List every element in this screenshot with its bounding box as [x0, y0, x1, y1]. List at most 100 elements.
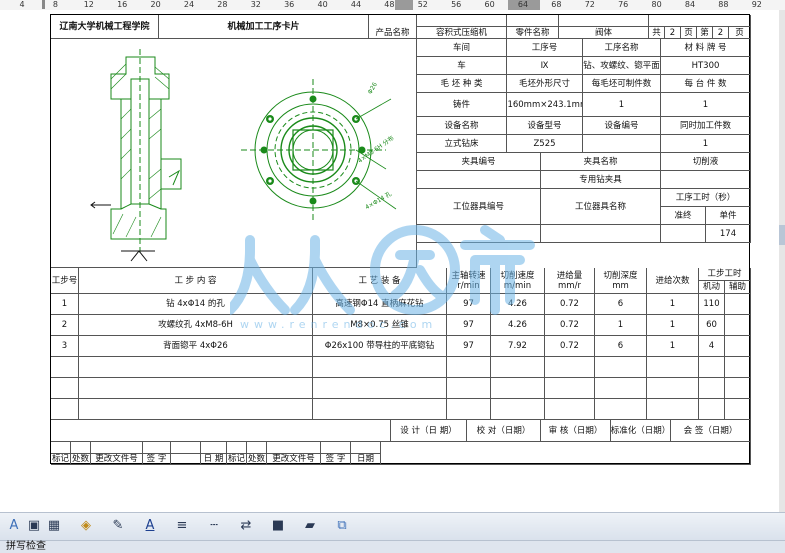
- parts-per-blank-label: 每毛坯可制件数: [583, 75, 661, 93]
- unit-time: 174: [706, 225, 751, 243]
- total-pages: 2: [665, 27, 681, 39]
- cut-depth: [595, 399, 647, 420]
- school-name: 辽南大学机械工程学院: [51, 15, 159, 39]
- std-time-label: 准终: [661, 207, 706, 225]
- ruler-tick-label: 16: [117, 0, 128, 9]
- feed-rate: 0.72: [545, 315, 595, 336]
- insert-image-icon[interactable]: ▦: [46, 517, 62, 535]
- ruler-tick-label: 80: [651, 0, 662, 9]
- step-content: 钻 4xΦ14 的孔: [79, 294, 313, 315]
- ruler-left-indent-marker[interactable]: [42, 0, 45, 9]
- step-no: 1: [51, 294, 79, 315]
- feed-rate: 0.72: [545, 336, 595, 357]
- ruler-tick-label: 92: [751, 0, 762, 9]
- select-objects-icon[interactable]: ⧉: [334, 517, 350, 535]
- check-label: 校 对（日期）: [467, 420, 541, 442]
- revision-blank: [321, 442, 351, 454]
- cut-depth: [595, 357, 647, 378]
- ruler-column-marker[interactable]: [395, 0, 413, 10]
- ruler-tick-label: 88: [718, 0, 729, 9]
- equip-model: Z525: [507, 135, 583, 153]
- step-equipment: [313, 357, 447, 378]
- spell-check-status[interactable]: 拼写检查: [6, 541, 46, 553]
- step-no-header: 工步号: [51, 268, 79, 294]
- step-equipment: [313, 378, 447, 399]
- pass-count: [647, 357, 699, 378]
- cutting-speed: [491, 399, 545, 420]
- workshop-label: 车间: [417, 39, 507, 57]
- header-blank: [649, 15, 751, 27]
- pass-count: 1: [647, 294, 699, 315]
- sign-label: 签 字: [143, 453, 171, 465]
- fixture-no: [417, 171, 541, 189]
- units-per-machine-label: 每 台 件 数: [661, 75, 751, 93]
- spindle-speed: [447, 357, 491, 378]
- arrow-style-icon[interactable]: ⇄: [238, 517, 254, 535]
- coolant-label: 切削液: [661, 153, 751, 171]
- countersign-label: 会 签（日期）: [671, 420, 751, 442]
- scrollbar-thumb[interactable]: [779, 225, 785, 245]
- date-label-2: 日期: [351, 453, 381, 465]
- count-label-2: 处数: [247, 453, 267, 465]
- cut-depth: 6: [595, 336, 647, 357]
- ruler-tick-label: 68: [551, 0, 562, 9]
- station-no: [417, 225, 541, 243]
- dash-style-icon[interactable]: ┄: [206, 517, 222, 535]
- change-no-label-2: 更改文件号: [267, 453, 321, 465]
- simul-count-label: 同时加工件数: [661, 117, 751, 135]
- step-equipment: [313, 399, 447, 420]
- pass-count: [647, 399, 699, 420]
- step-content: 攻螺纹孔 4xM8-6H: [79, 315, 313, 336]
- 3d-style-icon[interactable]: ▰: [302, 517, 318, 535]
- feed-rate: 0.72: [545, 294, 595, 315]
- fill-color-icon[interactable]: ◈: [78, 517, 94, 535]
- ruler-tick-label: 84: [684, 0, 696, 9]
- machine-time: 110: [699, 294, 725, 315]
- feed-rate: [545, 378, 595, 399]
- header-blank: [507, 15, 559, 27]
- revision-blank: [143, 442, 171, 454]
- material: HT300: [661, 57, 751, 75]
- pass-count: [647, 378, 699, 399]
- aux-time: [725, 315, 751, 336]
- step-equipment-header: 工 艺 装 备: [313, 268, 447, 294]
- valve-body-drawing: 4×M8-6H 分布 4×Φ14 孔 Φ26: [90, 49, 397, 262]
- revision-blank: [381, 442, 751, 465]
- step-content-header: 工 步 内 容: [79, 268, 313, 294]
- cutting-speed: [491, 378, 545, 399]
- machine-time: [699, 378, 725, 399]
- ruler-tick-label: 32: [250, 0, 261, 9]
- cut-depth: 6: [595, 294, 647, 315]
- blank-size: Φ160mm×243.1mm: [507, 93, 583, 117]
- revision-blank: [267, 442, 321, 454]
- parts-per-blank: 1: [583, 93, 661, 117]
- step-no: 2: [51, 315, 79, 336]
- text-icon[interactable]: A: [6, 517, 22, 535]
- insert-picture-icon[interactable]: ▣: [26, 517, 42, 535]
- machine-time: [699, 399, 725, 420]
- mark-label-2: 标记: [227, 453, 247, 465]
- pass-count: 1: [647, 336, 699, 357]
- aux-time: [725, 357, 751, 378]
- material-label: 材 料 牌 号: [661, 39, 751, 57]
- part-drawing: 4×M8-6H 分布 4×Φ14 孔 Φ26: [51, 39, 417, 268]
- status-bar: 拼写检查: [0, 540, 785, 553]
- line-color-icon[interactable]: ✎: [110, 517, 126, 535]
- page-label: 第: [697, 27, 713, 39]
- ruler-tick-label: 28: [217, 0, 228, 9]
- shadow-icon[interactable]: ■: [270, 517, 286, 535]
- ruler-tick-label: 72: [584, 0, 595, 9]
- workshop: 车: [417, 57, 507, 75]
- page-number: 2: [713, 27, 729, 39]
- font-color-icon[interactable]: A: [142, 517, 158, 535]
- vertical-scrollbar[interactable]: [779, 10, 785, 512]
- document-page[interactable]: 4×M8-6H 分布 4×Φ14 孔 Φ26 辽南大学机械工程学院 机械加工工序卡…: [0, 10, 785, 512]
- op-time-label: 工序工时（秒）: [661, 189, 751, 207]
- op-no-label: 工序号: [507, 39, 583, 57]
- drawing-toolbar: A ▣ ▦ ◈ ✎ A ≡ ┄ ⇄ ■ ▰ ⧉: [0, 512, 785, 541]
- page-unit: 页: [729, 27, 751, 39]
- fixture-name-label: 夹具名称: [541, 153, 661, 171]
- spindle-speed: 97: [447, 336, 491, 357]
- line-style-icon[interactable]: ≡: [174, 517, 190, 535]
- step-content: [79, 357, 313, 378]
